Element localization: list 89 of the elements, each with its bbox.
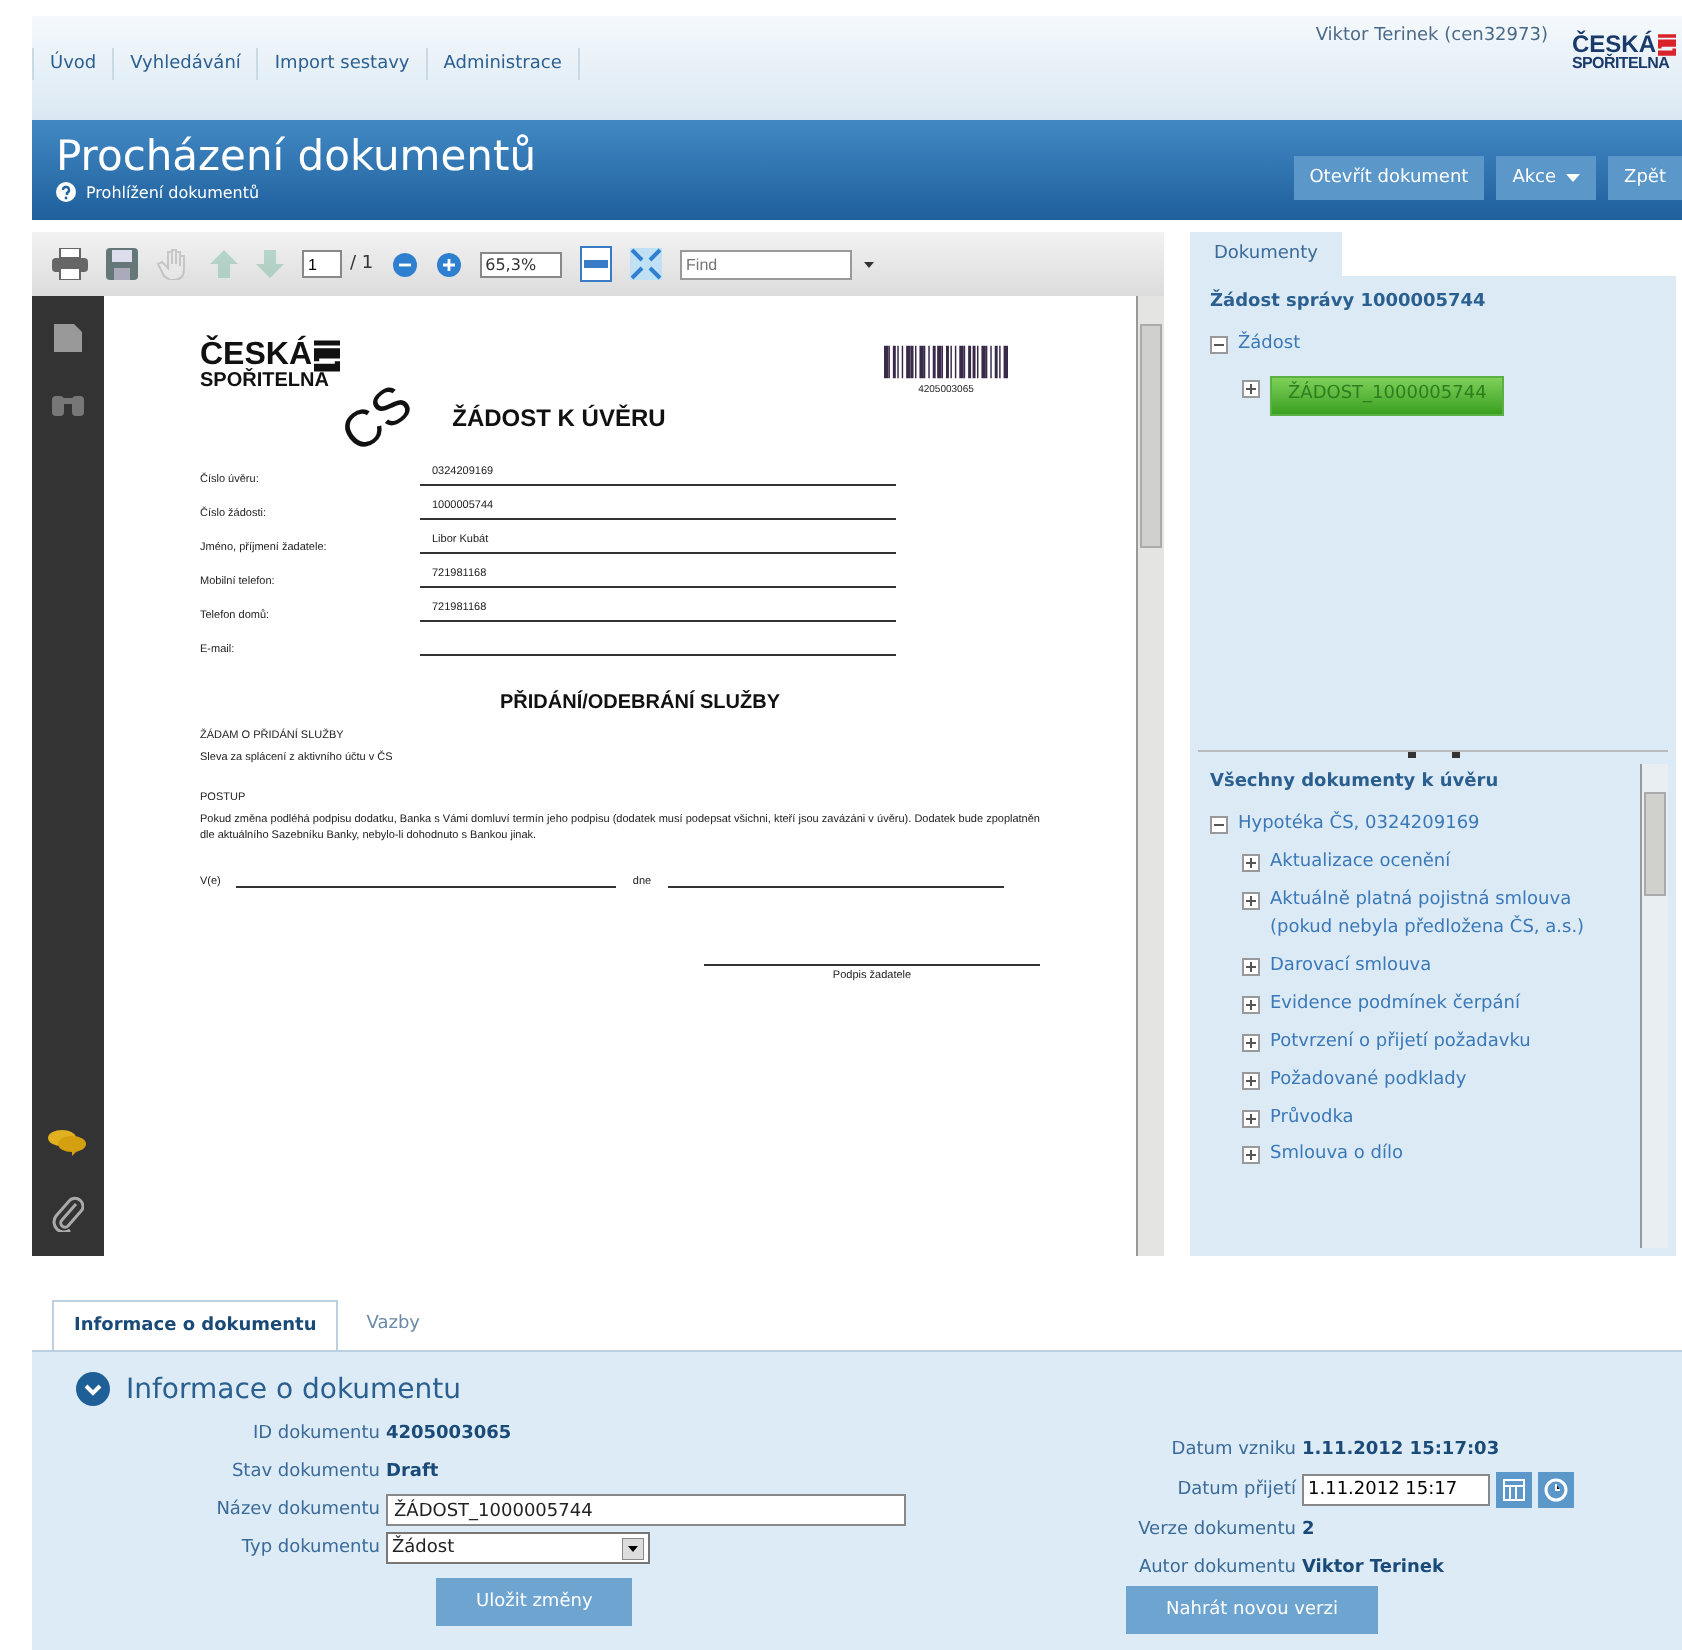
tree-item[interactable]: Průvodka bbox=[1270, 1105, 1354, 1133]
field-label: Verze dokumentu bbox=[1136, 1520, 1296, 1540]
find-field[interactable]: Find bbox=[680, 249, 853, 279]
fit-page-icon[interactable] bbox=[580, 246, 613, 282]
clock-icon[interactable] bbox=[1538, 1472, 1574, 1508]
tree-item[interactable]: Žádost bbox=[1238, 332, 1301, 360]
tree-item[interactable]: Smlouva o dílo bbox=[1270, 1142, 1403, 1171]
zoom-in-icon[interactable] bbox=[435, 251, 462, 277]
tree-item[interactable]: Darovací smlouva bbox=[1270, 953, 1432, 982]
tree-expander-icon[interactable] bbox=[1242, 853, 1260, 872]
tree-expander-icon[interactable] bbox=[1242, 995, 1260, 1014]
field-label: Typ dokumentu bbox=[239, 1538, 380, 1558]
scrollbar[interactable] bbox=[1640, 764, 1668, 1248]
field-value: 4205003065 bbox=[386, 1424, 512, 1444]
panel-title: Žádost správy 1000005744 bbox=[1210, 292, 1488, 312]
tree-item[interactable]: Aktuálně platná pojistná smlouva (pokud nebyla předložena ČS, a.s.) bbox=[1270, 887, 1628, 944]
calendar-icon[interactable] bbox=[1496, 1472, 1532, 1508]
logo-text: ČESKÁ bbox=[1571, 32, 1656, 56]
caret-icon bbox=[864, 261, 875, 267]
document-title: ŽÁDOST K ÚVĚRU bbox=[452, 404, 666, 432]
field-label: Stav dokumentu bbox=[229, 1462, 380, 1482]
scrollbar[interactable] bbox=[1136, 296, 1164, 1256]
field-value: Viktor Terinek bbox=[1302, 1558, 1445, 1578]
comments-icon[interactable] bbox=[48, 1128, 88, 1156]
barcode bbox=[884, 340, 1008, 384]
binoculars-icon[interactable] bbox=[52, 392, 84, 416]
tree-expander-icon[interactable] bbox=[1210, 816, 1228, 834]
toolbar-button[interactable]: Akce bbox=[1496, 156, 1597, 200]
tree-expander-icon[interactable] bbox=[1242, 1109, 1260, 1127]
breadcrumb: Prohlížení dokumentů bbox=[86, 183, 260, 201]
field-label: Název dokumentu bbox=[214, 1500, 380, 1520]
logo-mark-icon bbox=[1658, 33, 1676, 55]
tree-item[interactable]: Potvrzení o přijetí požadavku bbox=[1270, 1029, 1531, 1058]
tab[interactable]: Informace o dokumentu bbox=[52, 1300, 339, 1350]
page-count: / 1 bbox=[350, 254, 374, 274]
panel-tab[interactable]: Dokumenty bbox=[1190, 232, 1342, 276]
field-value: 2 bbox=[1302, 1520, 1315, 1540]
logo-text: SPOŘITELNA bbox=[1571, 56, 1672, 72]
user-name: Viktor Terinek (cen32973) bbox=[1315, 26, 1548, 46]
toolbar-button[interactable]: Otevřít dokument bbox=[1293, 156, 1485, 200]
field-label: Datum přijetí bbox=[1175, 1480, 1296, 1500]
nav-link[interactable]: Administrace bbox=[425, 48, 578, 80]
logo-text: ČESKÁ bbox=[200, 340, 313, 372]
input-field[interactable]: ŽÁDOST_1000005744 bbox=[386, 1494, 906, 1526]
logo-text: SPOŘITELNA bbox=[200, 372, 331, 392]
tree-expander-icon[interactable] bbox=[1242, 1033, 1260, 1052]
tab[interactable]: Vazby bbox=[346, 1300, 440, 1350]
field-value: Draft bbox=[386, 1462, 439, 1482]
logo-mark-icon bbox=[314, 340, 341, 372]
help-icon bbox=[56, 182, 76, 202]
section-heading: Informace o dokumentu bbox=[126, 1373, 461, 1405]
field-label: Datum vzniku bbox=[1169, 1440, 1296, 1460]
caret-icon bbox=[1566, 174, 1581, 182]
print-icon[interactable] bbox=[52, 248, 88, 280]
fullscreen-icon[interactable] bbox=[630, 248, 663, 280]
tree-expander-icon[interactable] bbox=[1242, 1071, 1260, 1090]
save-icon[interactable] bbox=[106, 248, 138, 280]
paperclip-icon[interactable] bbox=[52, 1196, 84, 1232]
zoom-out-icon[interactable] bbox=[391, 251, 418, 277]
nav-link[interactable]: Vyhledávání bbox=[112, 48, 257, 80]
tree-expander-icon[interactable] bbox=[1242, 891, 1260, 910]
tree-expander-icon[interactable] bbox=[1242, 379, 1260, 398]
upload-button[interactable]: Nahrát novou verzi bbox=[1126, 1586, 1378, 1634]
toolbar-button[interactable]: Zpět bbox=[1608, 156, 1682, 200]
tree-item[interactable]: Evidence podmínek čerpání bbox=[1270, 991, 1520, 1020]
stamp-text: CS bbox=[331, 375, 421, 461]
zoom-select[interactable]: 65,3% bbox=[479, 251, 563, 277]
tree-item[interactable]: ŽÁDOST_1000005744 bbox=[1270, 375, 1505, 416]
tree-item[interactable]: Aktualizace ocenění bbox=[1270, 849, 1451, 878]
collapse-icon[interactable] bbox=[76, 1372, 110, 1406]
field-label: ID dokumentu bbox=[250, 1424, 380, 1444]
page-number-field[interactable]: 1 bbox=[302, 250, 342, 278]
caret-icon bbox=[622, 1537, 644, 1559]
page-title: Procházení dokumentů bbox=[56, 132, 537, 180]
nav-link[interactable]: Úvod bbox=[34, 48, 113, 80]
tree-item[interactable]: Požadované podklady bbox=[1270, 1067, 1467, 1095]
pages-icon[interactable] bbox=[54, 320, 82, 352]
tree-expander-icon[interactable] bbox=[1242, 1146, 1260, 1165]
tree-expander-icon[interactable] bbox=[1242, 957, 1260, 976]
select-field[interactable]: Žádost bbox=[386, 1532, 650, 1564]
tree-item[interactable]: Hypotéka ČS, 0324209169 bbox=[1238, 812, 1480, 840]
panel-title: Všechny dokumenty k úvěru bbox=[1210, 772, 1501, 792]
section-title: PŘIDÁNÍ/ODEBRÁNÍ SLUŽBY bbox=[500, 692, 783, 714]
date-field[interactable]: 1.11.2012 15:17 bbox=[1302, 1474, 1490, 1506]
field-label: Autor dokumentu bbox=[1136, 1558, 1296, 1578]
nav-link[interactable]: Import sestavy bbox=[256, 48, 426, 80]
save-button[interactable]: Uložit změny bbox=[436, 1578, 633, 1626]
field-value: 1.11.2012 15:17:03 bbox=[1302, 1440, 1500, 1460]
tree-expander-icon[interactable] bbox=[1210, 336, 1228, 354]
